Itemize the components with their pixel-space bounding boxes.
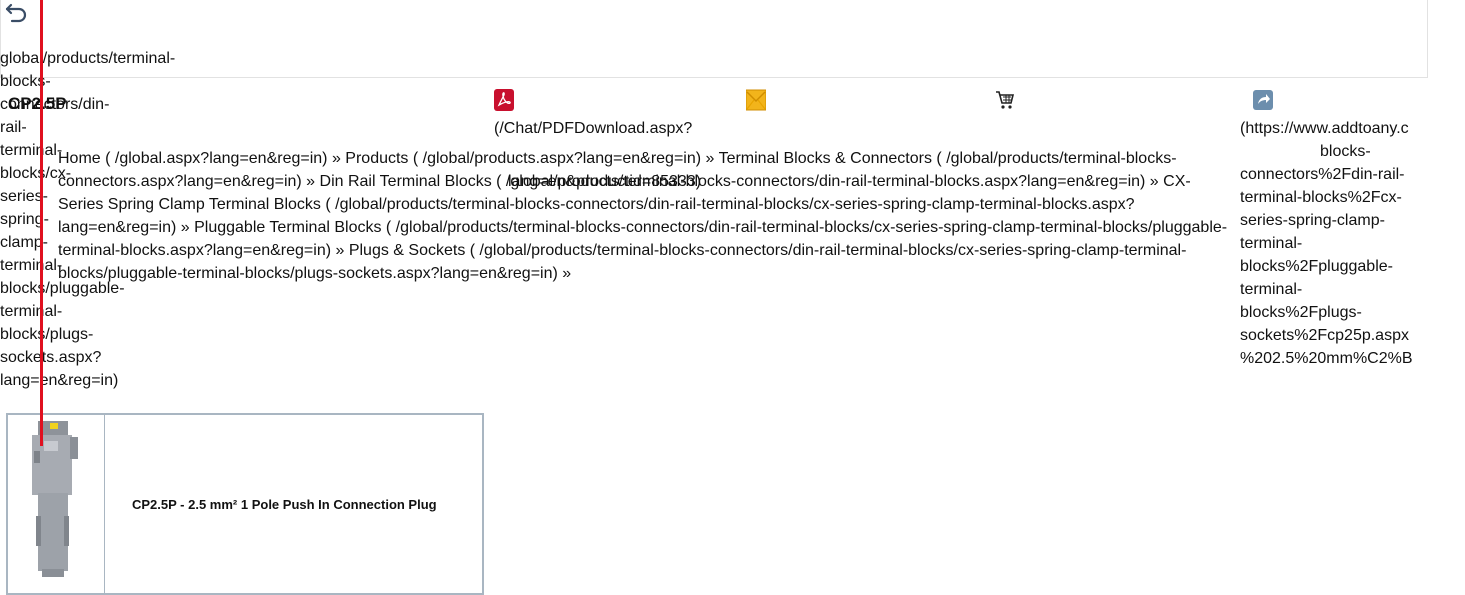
product-image bbox=[32, 421, 78, 577]
product-name[interactable]: CP2.5P - 2.5 mm² 1 Pole Push In Connecti… bbox=[132, 493, 437, 516]
mail-icon[interactable] bbox=[746, 89, 766, 111]
pdf-download-link[interactable]: (/Chat/PDFDownload.aspx? bbox=[494, 117, 692, 140]
red-vertical-marker bbox=[40, 0, 43, 446]
share-icon[interactable] bbox=[1253, 89, 1273, 111]
page-title: CP2.5P bbox=[8, 94, 67, 113]
undo-back-icon[interactable] bbox=[4, 0, 30, 24]
product-card[interactable]: CP2.5P - 2.5 mm² 1 Pole Push In Connecti… bbox=[6, 413, 484, 595]
cart-icon[interactable] bbox=[995, 89, 1015, 111]
breadcrumb[interactable]: Home ( /global.aspx?lang=en&reg=in) » Pr… bbox=[58, 147, 1438, 285]
top-header-box bbox=[0, 0, 1428, 78]
pdf-icon[interactable] bbox=[494, 89, 514, 111]
card-divider bbox=[104, 415, 105, 595]
